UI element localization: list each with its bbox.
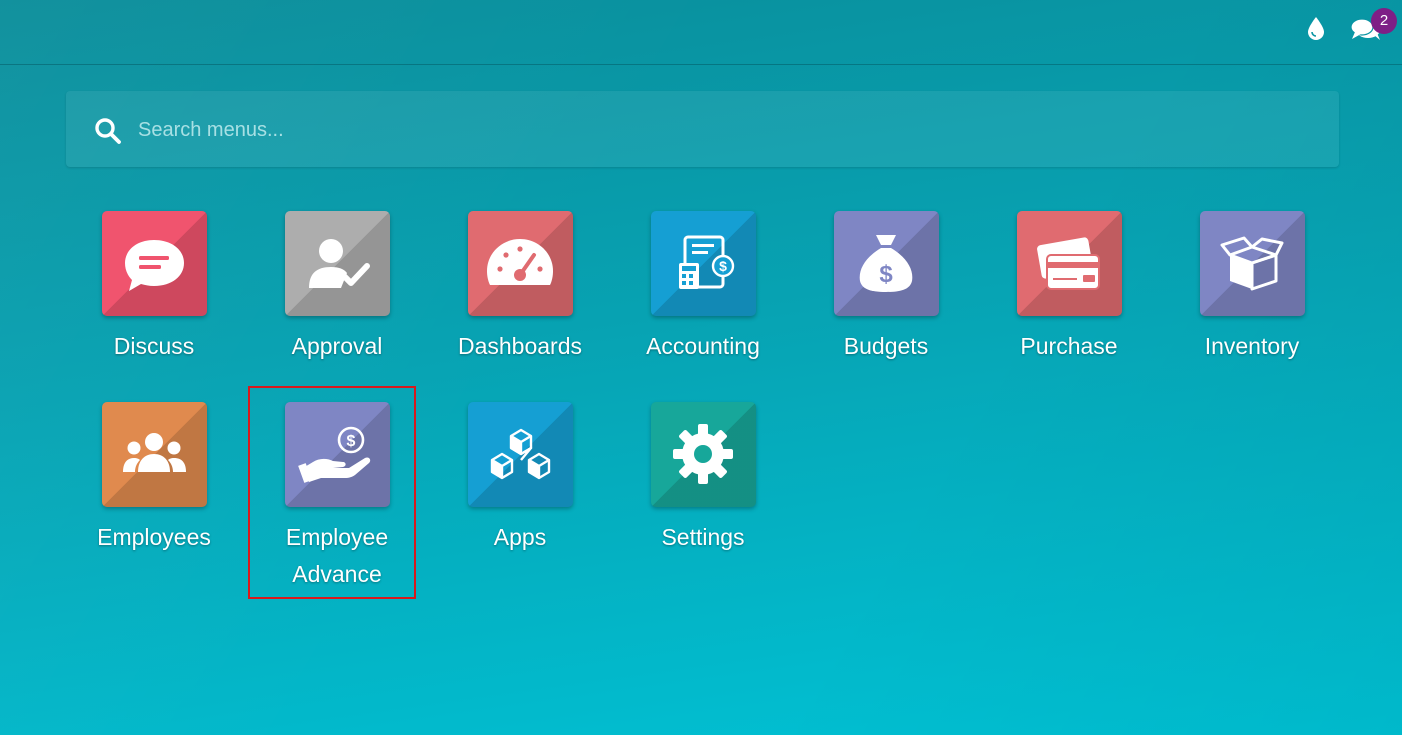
group-icon bbox=[122, 433, 186, 472]
search-bar bbox=[66, 91, 1339, 167]
credit-card-icon bbox=[1036, 237, 1100, 290]
money-bag-icon: $ bbox=[859, 235, 912, 292]
app-tile bbox=[101, 211, 207, 316]
app-tile bbox=[1016, 211, 1122, 316]
search-input[interactable] bbox=[136, 111, 1320, 149]
debug-drop-icon[interactable] bbox=[1302, 14, 1330, 42]
app-label: Inventory bbox=[1204, 333, 1300, 359]
app-apps[interactable]: Apps bbox=[435, 402, 605, 556]
app-label: Purchase bbox=[1020, 333, 1118, 359]
app-label: Budgets bbox=[843, 333, 929, 359]
highlight-box bbox=[248, 386, 416, 599]
messages-badge: 2 bbox=[1371, 8, 1397, 34]
app-label: Dashboards bbox=[457, 333, 583, 359]
app-dashboards[interactable]: Dashboards bbox=[435, 211, 605, 365]
app-tile bbox=[467, 211, 573, 316]
invoice-calculator-icon: $ bbox=[678, 235, 734, 289]
app-label: Accounting bbox=[646, 333, 760, 359]
app-approval[interactable]: Approval bbox=[252, 211, 422, 365]
app-accounting[interactable]: $ Accounting bbox=[618, 211, 788, 365]
app-label: Settings bbox=[661, 524, 745, 550]
app-label: Approval bbox=[291, 333, 383, 359]
speedometer-icon bbox=[486, 239, 553, 285]
svg-text:$: $ bbox=[719, 258, 727, 274]
app-tile bbox=[650, 402, 756, 507]
user-check-icon bbox=[308, 239, 370, 288]
app-employees[interactable]: Employees bbox=[69, 402, 239, 556]
app-tile: $ bbox=[650, 211, 756, 316]
app-tile bbox=[1199, 211, 1305, 316]
app-tile bbox=[101, 402, 207, 507]
app-label: Discuss bbox=[113, 333, 195, 359]
gear-icon bbox=[672, 424, 733, 484]
app-tile bbox=[284, 211, 390, 316]
open-box-icon bbox=[1220, 236, 1283, 291]
chat-bubble-icon bbox=[124, 240, 184, 291]
search-icon bbox=[95, 118, 121, 144]
app-tile bbox=[467, 402, 573, 507]
app-settings[interactable]: Settings bbox=[618, 402, 788, 556]
app-inventory[interactable]: Inventory bbox=[1167, 211, 1337, 365]
cubes-icon bbox=[490, 428, 550, 480]
app-tile: $ bbox=[833, 211, 939, 316]
app-label: Employees bbox=[97, 524, 211, 550]
top-bar: 2 bbox=[0, 0, 1402, 65]
svg-text:$: $ bbox=[879, 261, 893, 288]
app-discuss[interactable]: Discuss bbox=[69, 211, 239, 365]
app-label: Apps bbox=[493, 524, 547, 550]
app-budgets[interactable]: $ Budgets bbox=[801, 211, 971, 365]
app-purchase[interactable]: Purchase bbox=[984, 211, 1154, 365]
